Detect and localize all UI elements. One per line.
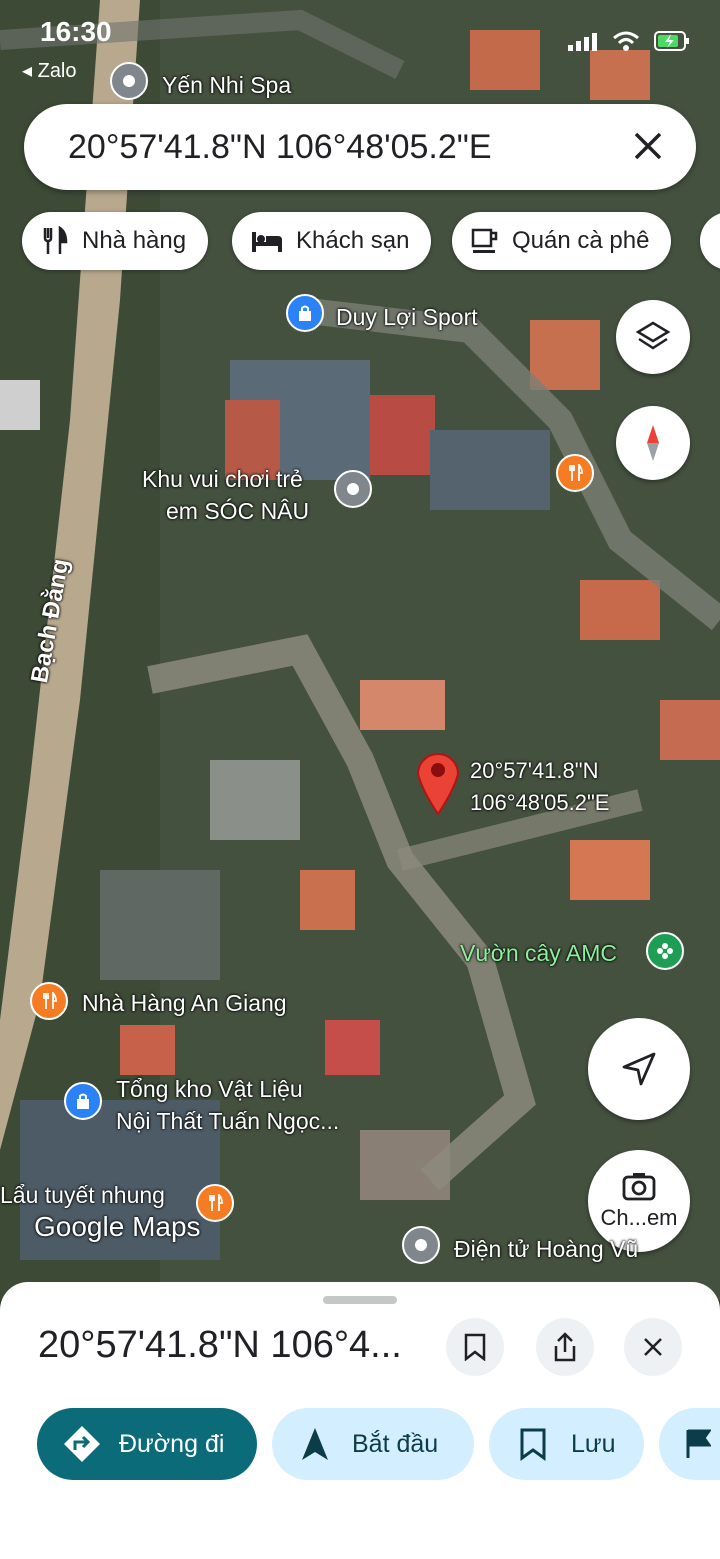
- category-chips: Nhà hàng Khách sạn Quán cà phê: [0, 212, 720, 272]
- signal-icon: [568, 33, 597, 51]
- share-button[interactable]: [536, 1318, 594, 1376]
- poi-marker-vuon-cay[interactable]: [646, 932, 684, 970]
- place-label-yen-nhi-spa[interactable]: Yến Nhi Spa: [162, 70, 291, 100]
- chip-hotels[interactable]: Khách sạn: [232, 212, 432, 270]
- more-actions-button[interactable]: [659, 1408, 720, 1480]
- search-query[interactable]: 20°57'41.8"N 106°48'05.2"E: [68, 128, 492, 167]
- chip-label: Khách sạn: [296, 227, 410, 254]
- bookmark-outline-icon: [464, 1333, 486, 1361]
- poi-marker-duy-loi-sport[interactable]: [286, 294, 324, 332]
- hotel-icon: [252, 232, 282, 252]
- flag-icon: [686, 1429, 711, 1458]
- poi-marker-restaurant[interactable]: [556, 454, 594, 492]
- save-icon-button[interactable]: [446, 1318, 504, 1376]
- place-dot-icon: [123, 75, 135, 87]
- battery-charging-icon: [654, 31, 689, 51]
- my-location-button[interactable]: [588, 1018, 690, 1120]
- search-bar[interactable]: 20°57'41.8"N 106°48'05.2"E: [24, 104, 696, 190]
- place-label-duy-loi-sport[interactable]: Duy Lợi Sport: [336, 302, 478, 332]
- chip-cafes[interactable]: Quán cà phê: [452, 212, 672, 270]
- map-view[interactable]: 16:30 ◂ Zalo 20°57'41.8"N 106°48'05.2"E …: [0, 0, 720, 1300]
- restaurant-icon: [43, 226, 68, 254]
- place-label-tuan-ngoc-line2[interactable]: Nội Thất Tuấn Ngọc...: [116, 1106, 339, 1136]
- camera-button-label: Ch...em: [600, 1205, 678, 1230]
- poi-marker-yen-nhi-spa[interactable]: [110, 62, 148, 100]
- restaurant-icon: [209, 1194, 223, 1211]
- place-dot-icon: [347, 483, 359, 495]
- bookmark-icon: [520, 1428, 546, 1461]
- flower-icon: [657, 943, 673, 959]
- chip-restaurants[interactable]: Nhà hàng: [22, 212, 209, 270]
- wifi-icon: [613, 31, 639, 51]
- place-label-lau[interactable]: Lẩu tuyết nhung: [0, 1180, 165, 1210]
- navigation-pointer-icon: [622, 1052, 656, 1086]
- chip-label: Nhà hàng: [82, 227, 187, 254]
- pin-coordinates-line2: 106°48'05.2"E: [470, 790, 610, 815]
- place-bottom-sheet[interactable]: 20°57'41.8"N 106°4... Đường đi Bắt đầu L…: [0, 1282, 720, 1559]
- share-icon: [554, 1332, 576, 1362]
- camera-icon: [622, 1173, 656, 1201]
- poi-marker-dien-tu[interactable]: [402, 1226, 440, 1264]
- coffee-icon: [471, 228, 498, 253]
- close-icon: [644, 1338, 662, 1356]
- layers-button[interactable]: [616, 300, 690, 374]
- place-label-tuan-ngoc-line1[interactable]: Tổng kho Vật Liệu: [116, 1074, 303, 1104]
- pin-coordinates-line1: 20°57'41.8"N: [470, 758, 599, 783]
- save-button[interactable]: Lưu: [489, 1408, 644, 1480]
- google-maps-watermark: Google Maps: [34, 1211, 201, 1242]
- poi-marker-lau[interactable]: [196, 1184, 234, 1222]
- navigation-arrow-icon: [302, 1428, 328, 1460]
- close-sheet-button[interactable]: [624, 1318, 682, 1376]
- sheet-title: 20°57'41.8"N 106°4...: [38, 1324, 402, 1366]
- restaurant-icon: [43, 992, 57, 1009]
- place-label-dien-tu[interactable]: Điện tử Hoàng Vũ: [454, 1234, 638, 1264]
- place-label-an-giang[interactable]: Nhà Hàng An Giang: [82, 988, 287, 1018]
- dropped-pin-icon[interactable]: [414, 746, 462, 816]
- save-label: Lưu: [571, 1429, 616, 1458]
- status-bar: 16:30 ◂ Zalo: [0, 0, 720, 90]
- directions-label: Đường đi: [119, 1429, 225, 1458]
- place-dot-icon: [415, 1239, 427, 1251]
- place-label-soc-nau-line1[interactable]: Khu vui chơi trẻ: [142, 464, 303, 494]
- poi-marker-an-giang[interactable]: [30, 982, 68, 1020]
- back-to-app-link[interactable]: ◂ Zalo: [22, 58, 77, 83]
- poi-marker-tuan-ngoc[interactable]: [64, 1082, 102, 1120]
- chip-more[interactable]: [700, 212, 720, 270]
- place-label-vuon-cay[interactable]: Vườn cây AMC: [460, 938, 617, 968]
- clock: 16:30: [40, 16, 112, 47]
- poi-marker-soc-nau[interactable]: [334, 470, 372, 508]
- clear-search-icon[interactable]: [628, 126, 668, 166]
- restaurant-icon: [569, 464, 583, 481]
- directions-button[interactable]: Đường đi: [37, 1408, 257, 1480]
- shopping-bag-icon: [299, 305, 311, 321]
- start-button[interactable]: Bắt đầu: [272, 1408, 474, 1480]
- chip-label: Quán cà phê: [512, 227, 650, 254]
- sheet-drag-handle[interactable]: [323, 1296, 397, 1304]
- shopping-bag-icon: [77, 1093, 89, 1109]
- start-label: Bắt đầu: [352, 1429, 439, 1458]
- compass-icon: [647, 425, 659, 461]
- directions-icon: [64, 1426, 100, 1462]
- place-label-soc-nau-line2[interactable]: em SÓC NÂU: [166, 496, 309, 526]
- compass-button[interactable]: [616, 406, 690, 480]
- layers-icon: [635, 321, 671, 350]
